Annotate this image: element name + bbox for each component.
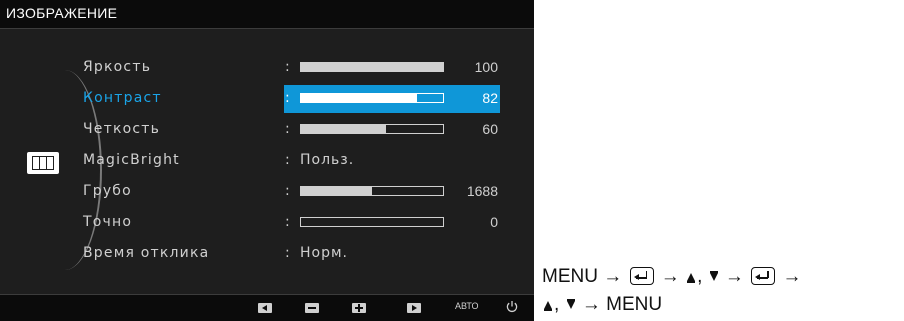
setting-slider[interactable] <box>300 124 444 134</box>
down-button-icon <box>709 271 718 281</box>
navigation-caption-line-2: , → MENU <box>542 294 902 316</box>
plus-icon[interactable] <box>352 303 366 313</box>
setting-value: 0 <box>490 214 498 230</box>
setting-label: Точно <box>83 214 133 230</box>
setting-value: 60 <box>482 121 498 137</box>
power-icon[interactable] <box>505 300 519 314</box>
setting-slider[interactable] <box>300 217 444 227</box>
navigation-caption-line-1: MENU → → , → → <box>542 266 902 288</box>
osd-row[interactable]: Четкость: 60 <box>0 116 534 144</box>
enter-button-icon <box>629 267 654 285</box>
setting-value: Польз. <box>300 152 355 168</box>
setting-colon: : <box>285 90 290 106</box>
slider-fill <box>301 187 372 195</box>
arrow-right-icon: → <box>660 266 680 287</box>
auto-button[interactable]: АВТО <box>455 301 479 311</box>
setting-label: Грубо <box>83 183 132 199</box>
arrow-right-icon: → <box>581 294 601 315</box>
up-button-icon <box>544 301 552 311</box>
setting-value: Норм. <box>300 245 348 261</box>
setting-colon: : <box>285 121 290 137</box>
setting-label: Четкость <box>83 121 161 137</box>
osd-row[interactable]: Яркость: 100 <box>0 54 534 82</box>
right-arrow-icon[interactable] <box>407 303 421 313</box>
setting-colon: : <box>285 152 290 168</box>
osd-menu: ИЗОБРАЖЕНИЕ Яркость: 100 Контраст: 82 Четкос… <box>0 0 534 321</box>
setting-value: 1688 <box>466 183 498 199</box>
setting-colon: : <box>285 183 290 199</box>
arrow-right-icon: → <box>603 266 623 287</box>
caption-separator: , <box>697 266 703 287</box>
setting-slider[interactable] <box>300 93 444 103</box>
setting-label: Яркость <box>83 59 152 75</box>
enter-button-icon <box>751 267 776 285</box>
minus-icon[interactable] <box>305 303 319 313</box>
up-button-icon <box>687 273 696 283</box>
caption-menu-label: MENU <box>606 294 663 315</box>
caption-menu-label: MENU <box>542 266 598 287</box>
down-button-icon <box>566 299 575 309</box>
setting-colon: : <box>285 59 290 75</box>
caption-separator: , <box>554 294 560 315</box>
osd-row[interactable]: Контраст: 82 <box>0 85 534 113</box>
left-arrow-icon[interactable] <box>258 303 272 313</box>
osd-title-bar: ИЗОБРАЖЕНИЕ <box>0 0 534 29</box>
setting-colon: : <box>285 214 290 230</box>
slider-fill <box>301 63 443 71</box>
osd-title: ИЗОБРАЖЕНИЕ <box>6 5 118 21</box>
setting-label: Контраст <box>83 90 162 106</box>
osd-row[interactable]: Время отклика: Норм. <box>0 240 534 268</box>
setting-slider[interactable] <box>300 186 444 196</box>
osd-row[interactable]: Точно: 0 <box>0 209 534 237</box>
osd-row[interactable]: MagicBright: Польз. <box>0 147 534 175</box>
slider-fill <box>301 94 418 102</box>
arrow-right-icon: → <box>724 266 744 287</box>
setting-label: MagicBright <box>83 152 180 168</box>
arrow-right-icon: → <box>782 266 802 287</box>
slider-fill <box>301 125 387 133</box>
osd-row[interactable]: Грубо: 1688 <box>0 178 534 206</box>
osd-button-bar: АВТО <box>0 294 534 321</box>
setting-colon: : <box>285 245 290 261</box>
setting-slider[interactable] <box>300 62 444 72</box>
setting-value: 82 <box>482 90 498 106</box>
setting-label: Время отклика <box>83 245 210 261</box>
setting-value: 100 <box>474 59 498 75</box>
